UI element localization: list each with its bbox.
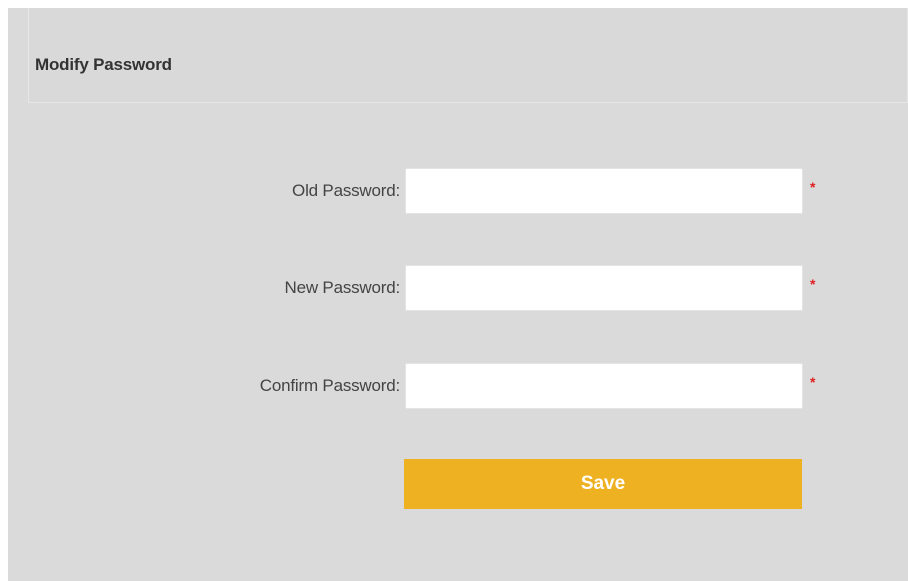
new-password-required-mark: * [810, 276, 816, 292]
confirm-password-field[interactable] [405, 363, 803, 409]
confirm-password-label: Confirm Password: [259, 376, 400, 395]
new-password-row: New Password: * [8, 265, 908, 311]
new-password-label: New Password: [284, 278, 401, 297]
new-password-field[interactable] [405, 265, 803, 311]
modify-password-panel: Modify Password Old Password: * New Pass… [8, 8, 908, 581]
old-password-required-mark: * [810, 179, 816, 195]
save-button[interactable]: Save [404, 459, 802, 509]
confirm-password-row: Confirm Password: * [8, 363, 908, 409]
panel-header: Modify Password [28, 8, 908, 103]
old-password-field[interactable] [405, 168, 803, 214]
confirm-password-required-mark: * [810, 374, 816, 390]
page-title: Modify Password [35, 55, 172, 74]
old-password-row: Old Password: * [8, 168, 908, 214]
old-password-label: Old Password: [292, 181, 400, 200]
page-canvas: Modify Password Old Password: * New Pass… [0, 0, 908, 581]
